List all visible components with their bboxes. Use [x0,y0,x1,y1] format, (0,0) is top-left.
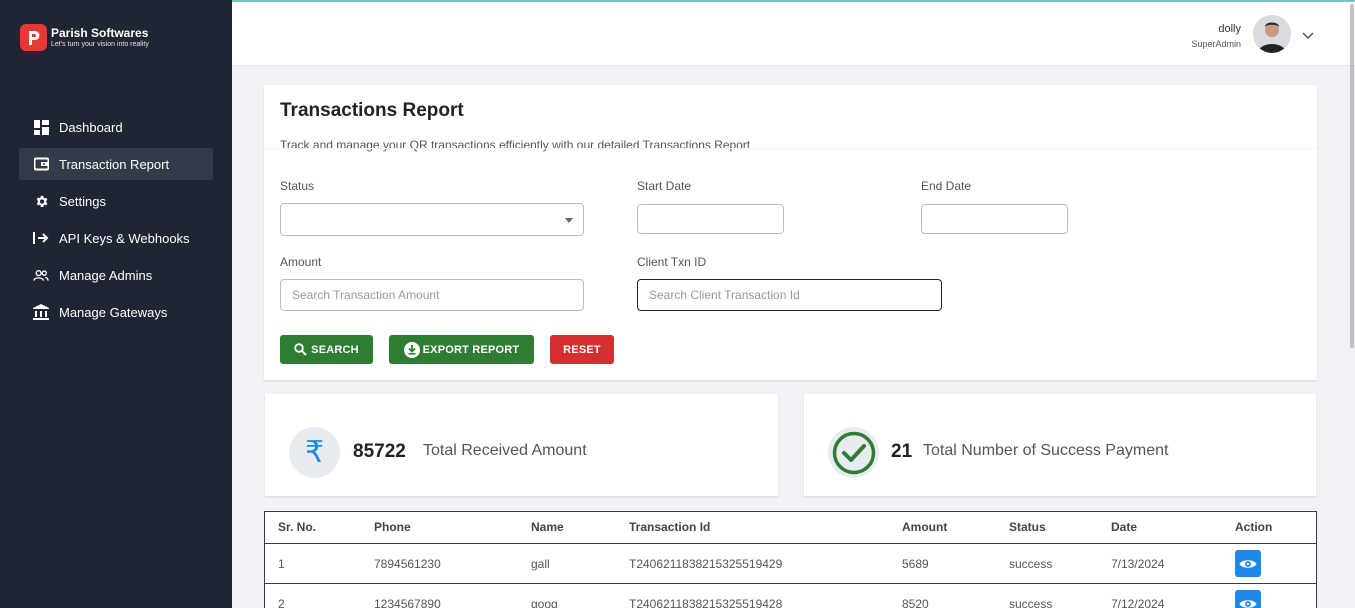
cell-transaction-id: T2406211838215325519428 [629,597,783,608]
success-payment-value: 21 [891,441,913,462]
cell-phone: 1234567890 [374,597,441,608]
search-button-label: SEARCH [311,343,359,356]
amount-input[interactable]: Search Transaction Amount [280,279,584,311]
received-amount-card: ₹ 85722 Total Received Amount [265,394,778,496]
sidebar-item-manage-gateways[interactable]: Manage Gateways [19,296,213,328]
reset-button-label: RESET [563,343,601,356]
client-txn-input[interactable]: Search Client Transaction Id [637,279,942,311]
cell-date: 7/12/2024 [1111,597,1165,608]
end-date-input[interactable] [921,204,1068,234]
cell-phone: 7894561230 [374,557,441,571]
table-header: Sr. No. Phone Name Transaction Id Amount… [265,512,1316,544]
user-info[interactable]: dolly SuperAdmin [1191,22,1241,50]
start-date-label: Start Date [637,179,692,193]
wallet-icon [33,156,49,172]
cell-status: success [1009,597,1053,608]
scrollbar[interactable] [1350,4,1354,348]
cell-transaction-id: T2406211838215325519429 [629,557,783,571]
dashboard-icon [33,119,49,135]
received-amount-label: Total Received Amount [423,442,587,459]
success-payment-card: 21 Total Number of Success Payment [804,394,1316,496]
brand-logo[interactable]: Parish Softwares Let's turn your vision … [20,24,149,51]
filter-card: Transactions Report Track and manage you… [264,85,1317,380]
status-label: Status [280,179,315,193]
sidebar-item-manage-admins[interactable]: Manage Admins [19,259,213,291]
cell-name: goog [531,597,558,608]
search-icon [294,343,307,356]
divider [264,148,1317,149]
sidebar-item-settings[interactable]: Settings [19,185,213,217]
cell-amount: 5689 [902,557,929,571]
client-txn-label: Client Txn ID [637,255,707,269]
sidebar-item-label: Settings [59,193,106,209]
column-header: Date [1111,520,1138,534]
export-report-button[interactable]: EXPORT REPORT [389,335,534,364]
column-header: Sr. No. [278,520,317,534]
column-header: Transaction Id [629,520,711,534]
sidebar-item-transaction-report[interactable]: Transaction Report [19,148,213,180]
download-icon [403,341,420,358]
rupee-icon: ₹ [289,427,340,478]
page-subtitle: Track and manage your QR transactions ef… [280,138,751,152]
page-title: Transactions Report [280,100,464,121]
received-amount-value: 85722 [353,441,406,462]
table-row[interactable]: 2 1234567890 goog T240621183821532551942… [265,584,1316,608]
brand-tagline: Let's turn your vision into reality [51,41,149,48]
chevron-down-icon[interactable] [1302,27,1314,45]
users-icon [33,267,49,283]
sidebar-item-label: API Keys & Webhooks [59,230,190,246]
success-payment-label: Total Number of Success Payment [923,442,1169,459]
eye-icon [1239,559,1257,568]
user-role: SuperAdmin [1191,39,1241,49]
column-header: Amount [902,520,948,534]
start-date-input[interactable] [637,204,784,234]
status-select[interactable] [280,203,584,236]
brand-name: Parish Softwares [51,26,149,40]
column-header: Action [1235,520,1273,534]
cell-date: 7/13/2024 [1111,557,1165,571]
sidebar-item-label: Transaction Report [59,156,170,172]
sidebar-item-label: Manage Admins [59,267,153,283]
top-bar: dolly SuperAdmin [232,0,1355,66]
column-header: Phone [374,520,411,534]
cell-name: gall [531,557,550,571]
search-button[interactable]: SEARCH [280,335,373,364]
amount-label: Amount [280,255,322,269]
end-date-label: End Date [921,179,972,193]
bank-icon [33,304,49,320]
column-header: Status [1009,520,1046,534]
user-name: dolly [1218,23,1241,35]
avatar[interactable] [1253,15,1291,53]
cell-sr-no: 1 [278,557,285,571]
sidebar-item-dashboard[interactable]: Dashboard [19,111,213,143]
view-button[interactable] [1235,590,1261,608]
gear-icon [33,193,49,209]
login-arrow-icon [33,230,49,246]
reset-button[interactable]: RESET [550,335,614,364]
export-button-label: EXPORT REPORT [422,343,520,356]
view-button[interactable] [1235,550,1261,577]
cell-amount: 8520 [902,597,929,608]
column-header: Name [531,520,564,534]
table-row[interactable]: 1 7894561230 gall T240621183821532551942… [265,544,1316,584]
dropdown-caret-icon [565,218,573,223]
sidebar-item-label: Manage Gateways [59,304,168,320]
cell-sr-no: 2 [278,597,285,608]
transactions-table: Sr. No. Phone Name Transaction Id Amount… [264,511,1317,608]
sidebar-nav: Dashboard Transaction Report Settings AP… [19,111,213,333]
brand-logo-icon [20,24,47,51]
cell-status: success [1009,557,1053,571]
sidebar-item-label: Dashboard [59,119,123,135]
sidebar-item-api-keys[interactable]: API Keys & Webhooks [19,222,213,254]
sidebar: Parish Softwares Let's turn your vision … [0,0,232,608]
eye-icon [1239,599,1257,608]
check-circle-icon [828,427,879,478]
